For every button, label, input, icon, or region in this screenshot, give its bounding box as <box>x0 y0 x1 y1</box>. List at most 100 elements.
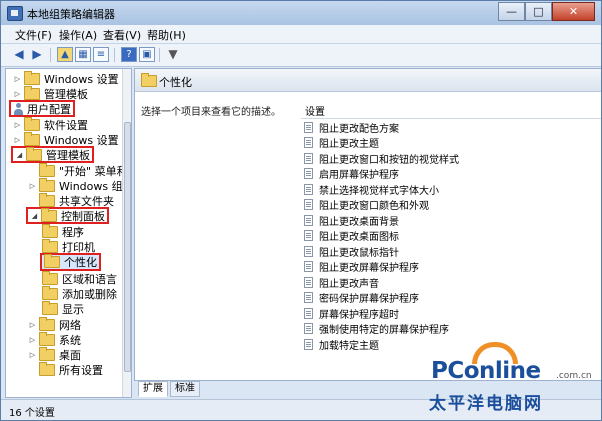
setting-row[interactable]: 密码保护屏幕保护程序 <box>304 290 419 305</box>
expand-arrow-icon[interactable]: ▷ <box>28 321 37 329</box>
folder-icon <box>42 285 58 300</box>
tree-item-system[interactable]: ▷ 系统 <box>28 331 81 347</box>
tree-item-programs[interactable]: 程序 <box>42 223 84 239</box>
watermark-domain: .com.cn <box>556 371 592 381</box>
tree-item-admin-templates-user[interactable]: ◢ 管理模板 <box>11 146 94 163</box>
expand-arrow-icon[interactable]: ▷ <box>28 336 37 344</box>
policy-icon <box>304 122 313 133</box>
forward-arrow-icon[interactable]: ▶ <box>29 47 45 62</box>
app-icon <box>7 6 23 21</box>
column-header-settings[interactable]: 设置 <box>301 101 601 119</box>
menu-help[interactable]: 帮助(H) <box>147 27 186 43</box>
tree-item-add-remove[interactable]: 添加或删除 <box>42 285 117 301</box>
folder-icon <box>24 70 40 85</box>
policy-icon <box>304 137 313 148</box>
setting-row[interactable]: 阻止更改声音 <box>304 275 379 290</box>
policy-icon <box>304 323 313 334</box>
folder-icon <box>42 300 58 315</box>
tab-extended[interactable]: 扩展 <box>138 381 168 397</box>
folder-open-icon <box>26 146 42 161</box>
details-header: 个性化 <box>135 69 601 92</box>
up-folder-icon[interactable]: ▲ <box>57 47 73 62</box>
setting-row[interactable]: 禁止选择视觉样式字体大小 <box>304 182 439 197</box>
tree-item-start-menu[interactable]: "开始" 菜单和 <box>28 162 128 178</box>
watermark-chinese: 太平洋电脑网 <box>429 394 543 414</box>
back-arrow-icon[interactable]: ◀ <box>11 47 27 62</box>
toolbar: ◀ ▶ ▲ ▦ ≡ ? ▣ ▼ <box>1 44 601 67</box>
expand-arrow-icon[interactable]: ▷ <box>13 75 22 83</box>
setting-row[interactable]: 阻止更改桌面图标 <box>304 228 399 243</box>
tree-item-user-config[interactable]: 用户配置 <box>9 100 75 117</box>
expand-arrow-icon[interactable]: ▷ <box>28 182 37 190</box>
tree-item-windows-settings-computer[interactable]: ▷ Windows 设置 <box>13 70 119 86</box>
tree-scrollbar[interactable] <box>122 69 131 397</box>
tree-item-control-panel[interactable]: ◢ 控制面板 <box>26 207 109 224</box>
policy-icon <box>304 199 313 210</box>
setting-row[interactable]: 加载特定主题 <box>304 337 379 352</box>
tree-item-software-settings[interactable]: ▷ 软件设置 <box>13 116 88 132</box>
policy-icon <box>304 246 313 257</box>
folder-icon <box>24 116 40 131</box>
user-icon <box>13 102 24 115</box>
setting-row[interactable]: 屏幕保护程序超时 <box>304 306 399 321</box>
tree-item-desktop[interactable]: ▷ 桌面 <box>28 346 81 362</box>
status-text: 16 个设置 <box>9 408 55 419</box>
setting-row[interactable]: 阻止更改配色方案 <box>304 120 399 135</box>
tree-item-shared-folders[interactable]: 共享文件夹 <box>28 192 114 208</box>
toolbar-separator <box>114 48 115 62</box>
expand-arrow-icon[interactable]: ▷ <box>13 121 22 129</box>
properties-icon[interactable]: ≡ <box>93 47 109 62</box>
tree-item-all-settings[interactable]: 所有设置 <box>28 361 103 377</box>
collapse-arrow-icon[interactable]: ◢ <box>15 151 24 159</box>
policy-icon <box>304 292 313 303</box>
tree-item-region-language[interactable]: 区域和语言 <box>42 270 117 286</box>
setting-row[interactable]: 阻止更改桌面背景 <box>304 213 399 228</box>
description-text: 选择一个项目来查看它的描述。 <box>141 107 281 118</box>
folder-icon <box>39 361 55 376</box>
tree-item-network[interactable]: ▷ 网络 <box>28 316 81 332</box>
folder-icon <box>141 73 157 87</box>
tab-standard[interactable]: 标准 <box>170 381 200 397</box>
menu-action[interactable]: 操作(A) <box>59 27 97 43</box>
folder-icon <box>24 85 40 100</box>
folder-icon <box>39 177 55 192</box>
console-icon[interactable]: ▣ <box>139 47 155 62</box>
window: 本地组策略编辑器 — □ ✕ 文件(F) 操作(A) 查看(V) 帮助(H) ◀… <box>0 0 602 421</box>
tree-pane[interactable]: ▷ Windows 设置 ▷ 管理模板 用户配置 ▷ 软件设置 ▷ Windows 设置… <box>5 68 132 398</box>
setting-row[interactable]: 启用屏幕保护程序 <box>304 166 399 181</box>
title-bar[interactable]: 本地组策略编辑器 — □ ✕ <box>1 1 601 25</box>
folder-open-icon <box>44 254 60 268</box>
close-button[interactable]: ✕ <box>552 2 595 21</box>
setting-row[interactable]: 阻止更改窗口和按钮的视觉样式 <box>304 151 459 166</box>
expand-arrow-icon[interactable]: ▷ <box>13 90 22 98</box>
tree-item-personalization[interactable]: 个性化 <box>40 253 101 271</box>
menu-file[interactable]: 文件(F) <box>15 27 52 43</box>
folder-icon <box>39 162 55 177</box>
help-icon[interactable]: ? <box>121 47 137 62</box>
tree-item-printers[interactable]: 打印机 <box>42 238 95 254</box>
folder-icon <box>42 223 58 238</box>
folder-icon <box>42 238 58 253</box>
expand-arrow-icon[interactable]: ▷ <box>13 136 22 144</box>
expand-arrow-icon[interactable]: ▷ <box>28 351 37 359</box>
tree-scrollbar-thumb[interactable] <box>124 122 131 372</box>
folder-icon <box>42 270 58 285</box>
tree-item-admin-templates-computer[interactable]: ▷ 管理模板 <box>13 85 88 101</box>
folder-icon <box>24 131 40 146</box>
show-hide-tree-icon[interactable]: ▦ <box>75 47 91 62</box>
tree-item-windows-settings-user[interactable]: ▷ Windows 设置 <box>13 131 119 147</box>
menu-view[interactable]: 查看(V) <box>103 27 141 43</box>
setting-row[interactable]: 阻止更改鼠标指针 <box>304 244 399 259</box>
setting-row[interactable]: 阻止更改屏幕保护程序 <box>304 259 419 274</box>
maximize-button[interactable]: □ <box>525 2 552 21</box>
tree-item-display[interactable]: 显示 <box>42 300 84 316</box>
setting-row[interactable]: 强制使用特定的屏幕保护程序 <box>304 321 449 336</box>
minimize-button[interactable]: — <box>498 2 525 21</box>
collapse-arrow-icon[interactable]: ◢ <box>30 212 39 220</box>
setting-row[interactable]: 阻止更改窗口颜色和外观 <box>304 197 429 212</box>
tree-item-windows-components[interactable]: ▷ Windows 组件 <box>28 177 131 193</box>
setting-row[interactable]: 阻止更改主题 <box>304 135 379 150</box>
policy-icon <box>304 215 313 226</box>
filter-icon[interactable]: ▼ <box>165 47 181 62</box>
policy-icon <box>304 184 313 195</box>
